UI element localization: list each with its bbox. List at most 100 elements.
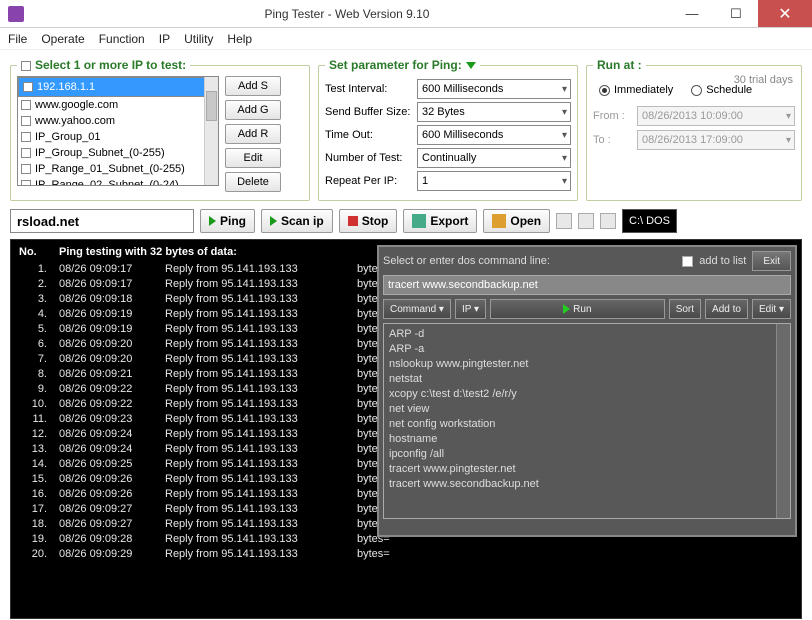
col-header-text: Ping testing with 32 bytes of data:	[59, 246, 237, 258]
lbl-interval: Test Interval:	[325, 83, 417, 95]
export-icon	[412, 214, 426, 228]
result-row: 20.08/26 09:09:29Reply from 95.141.193.1…	[19, 547, 793, 562]
edit-dropdown[interactable]: Edit ▾	[752, 299, 791, 319]
dos-prompt: Select or enter dos command line:	[383, 255, 676, 267]
panel1-legend: Select 1 or more IP to test:	[35, 58, 186, 72]
ip-item: www.google.com	[18, 97, 218, 113]
radio-icon	[599, 85, 610, 96]
col-no: No.	[19, 246, 47, 258]
timeout-select[interactable]: 600 Milliseconds	[417, 125, 571, 145]
menu-file[interactable]: File	[8, 32, 27, 46]
ip-checkbox[interactable]	[21, 116, 31, 126]
to-label: To :	[593, 134, 631, 146]
ip-checkbox[interactable]	[21, 180, 31, 186]
results-area: No. Ping testing with 32 bytes of data: …	[10, 239, 802, 619]
dos-list-item[interactable]: nslookup www.pingtester.net	[389, 357, 785, 372]
export-button[interactable]: Export	[403, 209, 477, 233]
ip-checkbox[interactable]	[21, 164, 31, 174]
menu-function[interactable]: Function	[99, 32, 145, 46]
open-button[interactable]: Open	[483, 209, 550, 233]
panel-select-ip: Select 1 or more IP to test: 192.168.1.1…	[10, 58, 310, 201]
dos-list-item[interactable]: ipconfig /all	[389, 447, 785, 462]
add-s-button[interactable]: Add S	[225, 76, 281, 96]
add-r-button[interactable]: Add R	[225, 124, 281, 144]
dos-list-item[interactable]: net view	[389, 402, 785, 417]
menu-help[interactable]: Help	[227, 32, 252, 46]
stop-icon	[348, 216, 358, 226]
panel3-legend: Run at :	[593, 58, 646, 72]
dos-list-item[interactable]: ARP -d	[389, 327, 785, 342]
dos-list-item[interactable]: netstat	[389, 372, 785, 387]
minimize-button[interactable]: —	[670, 0, 714, 27]
ip-checkbox[interactable]	[21, 100, 31, 110]
tool-icon-3[interactable]	[600, 213, 616, 229]
ip-checkbox[interactable]	[21, 132, 31, 142]
window-title: Ping Tester - Web Version 9.10	[24, 7, 670, 21]
lbl-timeout: Time Out:	[325, 129, 417, 141]
play-icon	[209, 216, 216, 226]
stop-button[interactable]: Stop	[339, 209, 398, 233]
ping-button[interactable]: Ping	[200, 209, 255, 233]
select-all-checkbox[interactable]	[21, 61, 31, 71]
sort-button[interactable]: Sort	[669, 299, 701, 319]
menu-ip[interactable]: IP	[159, 32, 170, 46]
dos-command-input[interactable]: tracert www.secondbackup.net	[383, 275, 791, 295]
dos-list-scrollbar[interactable]	[776, 324, 790, 518]
dos-list-item[interactable]: tracert www.secondbackup.net	[389, 477, 785, 492]
panel-run-at: Run at : 30 trial days Immediately Sched…	[586, 58, 802, 201]
titlebar: Ping Tester - Web Version 9.10 — ☐ ✕	[0, 0, 812, 28]
exit-button[interactable]: Exit	[752, 251, 791, 271]
dos-icon: C:\	[629, 215, 643, 227]
app-icon	[8, 6, 24, 22]
numtest-select[interactable]: Continually	[417, 148, 571, 168]
interval-select[interactable]: 600 Milliseconds	[417, 79, 571, 99]
scan-button[interactable]: Scan ip	[261, 209, 333, 233]
play-icon	[270, 216, 277, 226]
close-button[interactable]: ✕	[758, 0, 812, 27]
lbl-buffer: Send Buffer Size:	[325, 106, 417, 118]
addto-button[interactable]: Add to	[705, 299, 748, 319]
from-label: From :	[593, 110, 631, 122]
dos-list-item[interactable]: ARP -a	[389, 342, 785, 357]
ip-checkbox[interactable]	[21, 148, 31, 158]
repeat-select[interactable]: 1	[417, 171, 571, 191]
lbl-numtest: Number of Test:	[325, 152, 417, 164]
buffer-select[interactable]: 32 Bytes	[417, 102, 571, 122]
panel2-legend: Set parameter for Ping:	[329, 58, 462, 72]
dos-button[interactable]: C:\DOS	[622, 209, 677, 233]
lbl-repeat: Repeat Per IP:	[325, 175, 417, 187]
dos-command-list[interactable]: ARP -dARP -anslookup www.pingtester.netn…	[383, 323, 791, 519]
run-button[interactable]: Run	[490, 299, 665, 319]
ip-item: IP_Range_01_Subnet_(0-255)	[18, 161, 218, 177]
ip-list-scrollbar[interactable]	[204, 77, 218, 185]
radio-icon	[691, 85, 702, 96]
menu-operate[interactable]: Operate	[41, 32, 84, 46]
ip-item: 192.168.1.1	[18, 77, 218, 97]
add-to-list-label: add to list	[699, 255, 746, 267]
ip-checkbox[interactable]	[23, 82, 33, 92]
ip-item: IP_Group_Subnet_(0-255)	[18, 145, 218, 161]
edit-button[interactable]: Edit	[225, 148, 281, 168]
delete-button[interactable]: Delete	[225, 172, 281, 192]
ip-item: www.yahoo.com	[18, 113, 218, 129]
to-datetime[interactable]: 08/26/2013 17:09:00	[637, 130, 795, 150]
from-datetime[interactable]: 08/26/2013 10:09:00	[637, 106, 795, 126]
dos-panel: Select or enter dos command line: add to…	[377, 245, 797, 537]
dos-list-item[interactable]: hostname	[389, 432, 785, 447]
add-to-list-checkbox[interactable]	[682, 256, 693, 267]
maximize-button[interactable]: ☐	[714, 0, 758, 27]
play-icon	[563, 304, 570, 314]
ip-dropdown[interactable]: IP ▾	[455, 299, 486, 319]
tool-icon-1[interactable]	[556, 213, 572, 229]
ip-listbox[interactable]: 192.168.1.1 www.google.com www.yahoo.com…	[17, 76, 219, 186]
radio-immediately[interactable]: Immediately	[599, 84, 673, 96]
tool-icon-2[interactable]	[578, 213, 594, 229]
add-g-button[interactable]: Add G	[225, 100, 281, 120]
menu-utility[interactable]: Utility	[184, 32, 213, 46]
dos-list-item[interactable]: tracert www.pingtester.net	[389, 462, 785, 477]
dos-list-item[interactable]: xcopy c:\test d:\test2 /e/r/y	[389, 387, 785, 402]
chevron-down-icon[interactable]	[466, 62, 476, 69]
command-dropdown[interactable]: Command ▾	[383, 299, 451, 319]
domain-input[interactable]: rsload.net	[10, 209, 194, 233]
dos-list-item[interactable]: net config workstation	[389, 417, 785, 432]
